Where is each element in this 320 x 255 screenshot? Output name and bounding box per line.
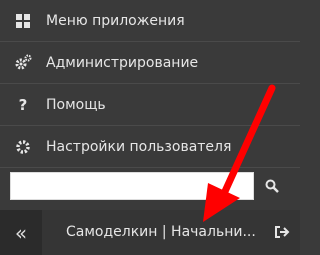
menu-item-app-menu[interactable]: Меню приложения: [0, 0, 300, 42]
sidebar-footer: « Самоделкин | Начальни...: [0, 210, 300, 255]
search-icon[interactable]: [254, 171, 290, 201]
search-bar: [10, 171, 290, 201]
menu-item-help[interactable]: ? Помощь: [0, 84, 300, 126]
menu-item-label: Настройки пользователя: [46, 138, 232, 155]
menu-item-label: Помощь: [46, 96, 106, 113]
menu-item-label: Меню приложения: [46, 12, 185, 29]
menu-item-administration[interactable]: Администрирование: [0, 42, 300, 84]
collapse-sidebar-button[interactable]: «: [0, 210, 42, 255]
search-input[interactable]: [10, 172, 254, 200]
menu-item-user-settings[interactable]: Настройки пользователя: [0, 126, 300, 168]
logout-icon[interactable]: [274, 224, 290, 240]
question-icon: ?: [18, 95, 28, 114]
gear-icon: [14, 138, 32, 156]
grid-icon: [14, 12, 32, 30]
sidebar-menu: Меню приложения Администрирование ? Помо…: [0, 0, 300, 168]
menu-item-label: Администрирование: [46, 54, 199, 71]
gears-icon: [14, 54, 32, 72]
user-role-label[interactable]: Самоделкин | Начальни...: [66, 210, 256, 255]
